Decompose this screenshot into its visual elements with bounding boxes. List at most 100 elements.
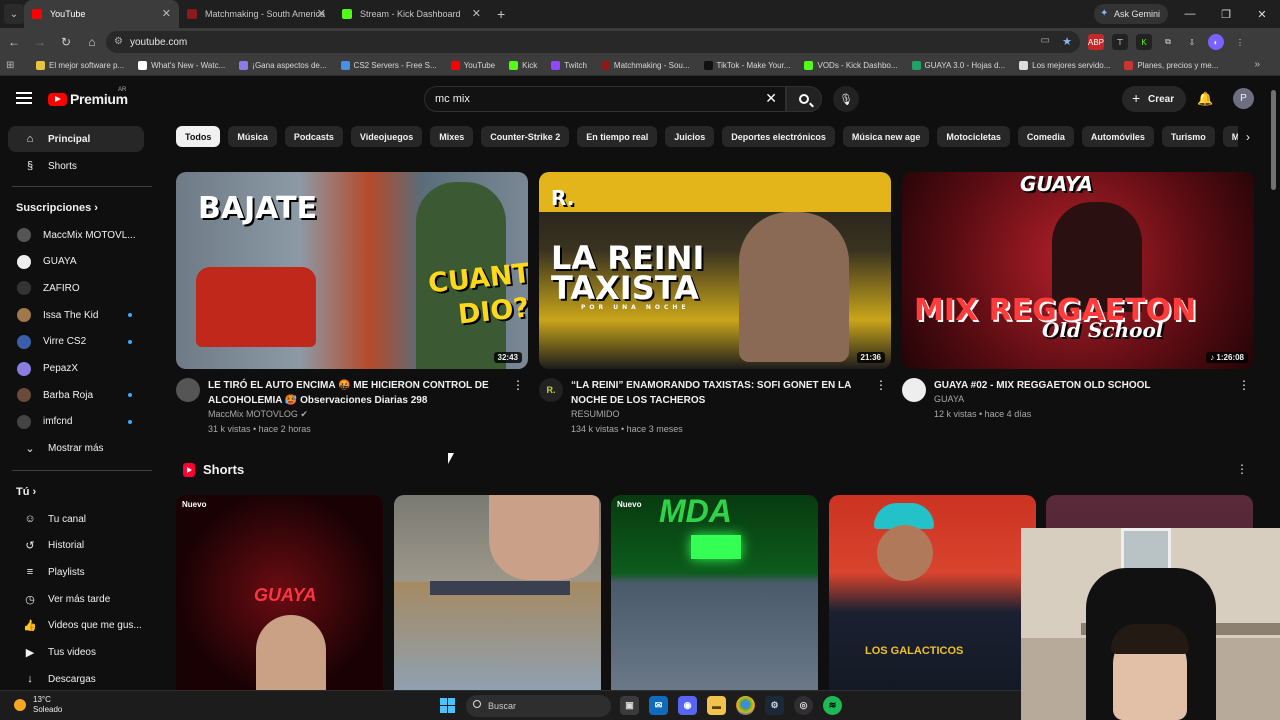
tab-youtube[interactable]: YouTube ✕ bbox=[24, 0, 179, 28]
video-thumbnail-3[interactable]: GUAYA MIX REGGAETON Old School ♪ 1:26:08 bbox=[902, 172, 1254, 369]
filter-chip[interactable]: Podcasts bbox=[284, 126, 343, 147]
apps-grid-icon[interactable]: ⊞ bbox=[6, 60, 22, 71]
bookmark-item[interactable]: Matchmaking - Sou... bbox=[600, 61, 690, 70]
close-tab-icon[interactable]: ✕ bbox=[162, 7, 171, 20]
discord-icon[interactable]: ◉ bbox=[678, 696, 697, 715]
channel-name[interactable]: MaccMix MOTOVLOG ✔ bbox=[208, 409, 308, 420]
search-input[interactable]: mc mix ✕ bbox=[424, 86, 786, 112]
sidebar-subscription[interactable]: MaccMix MOTOVL... bbox=[8, 222, 144, 248]
video-menu-icon[interactable]: ⋮ bbox=[512, 378, 524, 392]
reload-icon[interactable]: ↻ bbox=[54, 35, 78, 49]
sidebar-subscription[interactable]: Issa The Kid bbox=[8, 302, 144, 328]
sidebar-subscription[interactable]: PepazX bbox=[8, 356, 144, 382]
filter-chip[interactable]: Motocicletas bbox=[937, 126, 1010, 147]
bookmark-item[interactable]: TikTok - Make Your... bbox=[703, 61, 790, 70]
steam-icon[interactable]: ⚙ bbox=[765, 696, 784, 715]
channel-avatar[interactable] bbox=[176, 378, 200, 402]
subscriptions-heading[interactable]: Suscripciones › bbox=[16, 202, 98, 214]
video-thumbnail-2[interactable]: R. LA REINI TAXISTA POR UNA NOCHE 21:36 bbox=[539, 172, 891, 369]
voice-search-button[interactable]: 🎙 bbox=[833, 86, 859, 112]
you-heading[interactable]: Tú › bbox=[16, 486, 36, 498]
outlook-icon[interactable]: ✉ bbox=[649, 696, 668, 715]
search-button[interactable] bbox=[786, 86, 822, 112]
bookmark-item[interactable]: El mejor software p... bbox=[36, 61, 124, 70]
kick-extension-icon[interactable]: K bbox=[1136, 34, 1152, 50]
shorts-menu-icon[interactable]: ⋮ bbox=[1236, 462, 1248, 476]
show-more-button[interactable]: ⌄ Mostrar más bbox=[8, 435, 144, 461]
short-card-3[interactable]: Nuevo MDA bbox=[611, 495, 818, 690]
tab-matchmaking[interactable]: Matchmaking - South America ✕ bbox=[179, 0, 334, 28]
sidebar-item-shorts[interactable]: § Shorts bbox=[8, 153, 144, 179]
filter-chip[interactable]: En tiempo real bbox=[577, 126, 658, 147]
bookmark-item[interactable]: VODs - Kick Dashbo... bbox=[804, 61, 898, 70]
channel-name[interactable]: GUAYA bbox=[934, 394, 964, 404]
weather-widget[interactable]: 13°C Soleado bbox=[14, 695, 62, 715]
sidebar-item-playlist[interactable]: ≡ Playlists bbox=[8, 559, 144, 585]
short-card-1[interactable]: Nuevo GUAYA bbox=[176, 495, 383, 690]
taskbar-search[interactable]: Buscar bbox=[466, 695, 611, 717]
minimize-icon[interactable]: — bbox=[1172, 0, 1208, 28]
home-button-icon[interactable]: ⌂ bbox=[80, 35, 104, 49]
chrome-icon[interactable] bbox=[736, 696, 755, 715]
bookmark-item[interactable]: What's New - Watc... bbox=[138, 61, 225, 70]
more-bookmarks-icon[interactable]: » bbox=[1254, 59, 1260, 70]
bookmark-item[interactable]: CS2 Servers - Free S... bbox=[340, 61, 437, 70]
sidebar-item-home[interactable]: ⌂ Principal bbox=[8, 126, 144, 152]
video-menu-icon[interactable]: ⋮ bbox=[1238, 378, 1250, 392]
sidebar-item-download[interactable]: ↓ Descargas bbox=[8, 666, 144, 692]
video-menu-icon[interactable]: ⋮ bbox=[875, 378, 887, 392]
file-explorer-icon[interactable]: ▬ bbox=[707, 696, 726, 715]
create-button[interactable]: + Crear bbox=[1122, 86, 1187, 112]
notifications-bell-icon[interactable]: 🔔 bbox=[1197, 91, 1213, 107]
forward-icon[interactable]: → bbox=[28, 35, 52, 49]
chips-next-arrow-icon[interactable]: › bbox=[1238, 126, 1258, 147]
filter-chip[interactable]: Juicios bbox=[665, 126, 715, 147]
tab-kick-dashboard[interactable]: Stream - Kick Dashboard ✕ bbox=[334, 0, 489, 28]
filter-chip[interactable]: Música bbox=[228, 126, 277, 147]
video-title[interactable]: GUAYA #02 - MIX REGGAETON OLD SCHOOL bbox=[934, 378, 1234, 393]
new-tab-button[interactable]: + bbox=[497, 6, 505, 22]
channel-avatar[interactable] bbox=[902, 378, 926, 402]
sidebar-subscription[interactable]: Barba Roja bbox=[8, 382, 144, 408]
channel-name[interactable]: RESUMIDO bbox=[571, 409, 620, 419]
sidebar-item-clock[interactable]: ◷ Ver más tarde bbox=[8, 586, 144, 612]
video-title[interactable]: LE TIRÓ EL AUTO ENCIMA 🤬 ME HICIERON CON… bbox=[208, 378, 508, 408]
sidebar-subscription[interactable]: imfcnd bbox=[8, 409, 144, 435]
filter-chip[interactable]: Videojuegos bbox=[350, 126, 423, 147]
profile-icon[interactable]: ◐ bbox=[1208, 34, 1224, 50]
twitch-extension-icon[interactable]: ⊤ bbox=[1112, 34, 1128, 50]
sidebar-item-thumbs-up[interactable]: 👍 Videos que me gus... bbox=[8, 613, 144, 639]
filter-chip[interactable]: Deportes electrónicos bbox=[722, 126, 835, 147]
sidebar-subscription[interactable]: GUAYA bbox=[8, 249, 144, 275]
url-omnibox[interactable]: ⚙ youtube.com ▭ ★ bbox=[106, 31, 1080, 53]
bookmark-item[interactable]: Twitch bbox=[551, 61, 587, 70]
clear-search-icon[interactable]: ✕ bbox=[765, 90, 777, 107]
bookmark-star-icon[interactable]: ★ bbox=[1062, 35, 1072, 48]
sidebar-item-history[interactable]: ↺ Historial bbox=[8, 533, 144, 559]
task-view-icon[interactable]: ▣ bbox=[620, 696, 639, 715]
short-card-2[interactable] bbox=[394, 495, 601, 690]
filter-chip[interactable]: Turismo bbox=[1161, 126, 1215, 147]
short-card-4[interactable]: LOS GALACTICOS bbox=[829, 495, 1036, 690]
bookmark-item[interactable]: ¡Gana aspectos de... bbox=[239, 61, 327, 70]
close-tab-icon[interactable]: ✕ bbox=[317, 7, 326, 20]
filter-chip[interactable]: Mixes bbox=[430, 126, 474, 147]
channel-avatar[interactable]: R. bbox=[539, 378, 563, 402]
filter-chip[interactable]: Automóviles bbox=[1081, 126, 1154, 147]
spotify-icon[interactable]: ≋ bbox=[823, 696, 842, 715]
bookmark-item[interactable]: Kick bbox=[509, 61, 537, 70]
sidebar-item-user[interactable]: ☺ Tu canal bbox=[8, 506, 144, 532]
filter-chip[interactable]: Counter-Strike 2 bbox=[481, 126, 570, 147]
filter-chip[interactable]: Música new age bbox=[842, 126, 930, 147]
sidebar-subscription[interactable]: ZAFIRO bbox=[8, 275, 144, 301]
back-icon[interactable]: ← bbox=[2, 35, 26, 49]
cast-icon[interactable]: ▭ bbox=[1041, 35, 1050, 46]
close-tab-icon[interactable]: ✕ bbox=[472, 7, 481, 20]
account-avatar[interactable]: P bbox=[1233, 88, 1254, 109]
restore-icon[interactable]: ❐ bbox=[1208, 0, 1244, 28]
bookmark-item[interactable]: Planes, precios y me... bbox=[1124, 61, 1218, 70]
obs-icon[interactable]: ◎ bbox=[794, 696, 813, 715]
video-thumbnail-1[interactable]: BAJATE CUANTO DIO? 32:43 bbox=[176, 172, 528, 369]
ask-gemini-button[interactable]: ✦ Ask Gemini bbox=[1093, 4, 1168, 24]
filter-chip[interactable]: Comedia bbox=[1017, 126, 1074, 147]
